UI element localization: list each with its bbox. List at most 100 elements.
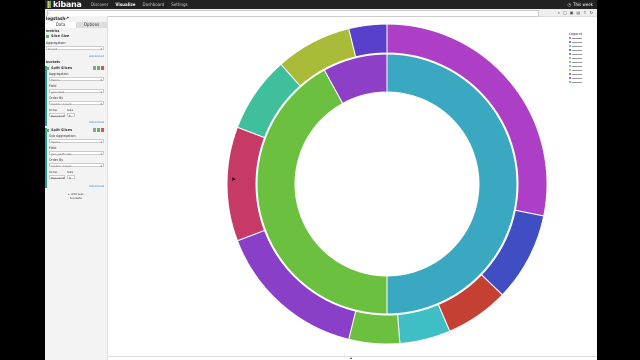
kibana-logo-text: kibana: [53, 0, 82, 9]
tab-options[interactable]: Options: [76, 22, 107, 28]
size-input-2[interactable]: 5: [67, 175, 75, 180]
refresh-icon[interactable]: ↻: [590, 10, 593, 15]
checkbox-icon: [46, 35, 49, 38]
kibana-logo[interactable]: kibana: [47, 0, 82, 9]
caret-up-icon[interactable]: ▴: [350, 355, 352, 360]
legend-label-bar: [572, 57, 582, 59]
legend-swatch: [569, 57, 571, 59]
search-icon[interactable]: ⌕: [558, 10, 560, 15]
legend-items: [569, 36, 591, 84]
toggle-icon[interactable]: [97, 66, 100, 70]
field-select[interactable]: geo.dest: [49, 89, 104, 94]
split-slices-row-2[interactable]: Split Slices: [46, 128, 104, 133]
legend-label-bar: [572, 65, 582, 67]
sub-aggregation-label: Sub Aggregation: [49, 134, 76, 138]
metrics-heading: metrics: [46, 29, 60, 33]
move-icon[interactable]: [93, 128, 96, 132]
order-label: Order: [49, 108, 58, 112]
legend-label-bar: [572, 61, 582, 63]
time-picker[interactable]: ◷ This week: [568, 0, 593, 9]
aggregation-label: Aggregation: [46, 41, 66, 45]
field-select-2[interactable]: geo_path.raw: [49, 151, 104, 156]
clock-icon: ◷: [567, 2, 572, 7]
legend-swatch: [569, 37, 571, 39]
field-label-2: Field: [49, 146, 57, 150]
advanced-toggle-1[interactable]: Advanced: [89, 54, 104, 58]
legend-swatch: [569, 81, 571, 83]
order-select[interactable]: Descendi: [49, 113, 65, 118]
legend-label-bar: [572, 41, 582, 43]
outer-ring-slice[interactable]: [348, 23, 388, 58]
mouse-cursor-icon: ➤: [231, 176, 237, 183]
legend-label-bar: [572, 53, 582, 55]
legend-swatch: [569, 53, 571, 55]
outer-ring-slice[interactable]: [348, 310, 401, 345]
new-icon[interactable]: ▢: [563, 10, 567, 15]
nav-settings[interactable]: Settings: [169, 0, 189, 9]
visualization-area: Legend ➤ ▴: [107, 16, 597, 360]
legend-swatch: [569, 73, 571, 75]
add-sub-buckets-label: Add sub-buckets: [70, 192, 85, 200]
save-icon[interactable]: ▣: [570, 10, 574, 15]
order-by-select-2[interactable]: metric: Count: [49, 163, 104, 168]
checkbox-icon: [46, 67, 49, 70]
legend-label-bar: [572, 45, 582, 47]
size-label-2: Size: [67, 170, 74, 174]
aggregation-select[interactable]: Count: [46, 46, 104, 51]
legend: Legend: [569, 32, 591, 84]
order-select-2[interactable]: Descendi: [49, 175, 65, 180]
legend-item[interactable]: [569, 80, 591, 84]
donut-chart: [226, 23, 548, 345]
slice-size-row[interactable]: Slice Size: [46, 34, 104, 39]
index-pattern-title: logstash-*: [46, 16, 69, 21]
toolbar-icons: ⌕ ▢ ▣ ▤ ⇪ ↻: [558, 9, 593, 16]
advanced-toggle-3[interactable]: Advanced: [89, 184, 104, 188]
legend-swatch: [569, 77, 571, 79]
bucket-accent-2: [45, 128, 47, 188]
remove-icon[interactable]: [101, 128, 104, 132]
order-by-select[interactable]: metric: Count: [49, 101, 104, 106]
legend-swatch: [569, 69, 571, 71]
split-slices-row-1[interactable]: Split Slices: [46, 66, 104, 71]
tab-data[interactable]: Data: [45, 22, 76, 28]
legend-label-bar: [572, 81, 582, 83]
sub-aggregation-select[interactable]: Terms: [49, 139, 104, 144]
legend-swatch: [569, 61, 571, 63]
size-label: Size: [67, 108, 74, 112]
advanced-toggle-2[interactable]: Advanced: [89, 120, 104, 124]
legend-label-bar: [572, 37, 582, 39]
size-input[interactable]: 5: [67, 113, 75, 118]
share-icon[interactable]: ⇪: [583, 10, 586, 15]
checkbox-icon: [46, 129, 49, 132]
kibana-app: kibana Discover Visualize Dashboard Sett…: [45, 0, 597, 360]
legend-label-bar: [572, 77, 582, 79]
split-slices-label-2: Split Slices: [51, 128, 73, 132]
aggregation-label-2: Aggregation: [49, 72, 69, 76]
legend-swatch: [569, 45, 571, 47]
bucket-controls-1: [93, 66, 104, 70]
add-sub-buckets-button[interactable]: + Add sub-buckets: [63, 192, 89, 202]
nav-visualize[interactable]: Visualize: [113, 0, 137, 9]
nav-discover[interactable]: Discover: [89, 0, 110, 9]
bucket-controls-2: [93, 128, 104, 132]
nav-dashboard[interactable]: Dashboard: [141, 0, 167, 9]
top-navbar: kibana Discover Visualize Dashboard Sett…: [45, 0, 597, 9]
order-label-2: Order: [49, 170, 58, 174]
bucket-accent-1: [45, 66, 47, 126]
buckets-heading: buckets: [46, 60, 61, 64]
legend-swatch: [569, 41, 571, 43]
time-range-label: This week: [573, 2, 593, 7]
aggregation-select-2[interactable]: Terms: [49, 77, 104, 82]
legend-swatch: [569, 65, 571, 67]
toggle-icon[interactable]: [97, 128, 100, 132]
viz-bottom-bar: ▴: [107, 355, 597, 360]
move-icon[interactable]: [93, 66, 96, 70]
open-icon[interactable]: ▤: [577, 10, 581, 15]
legend-label-bar: [572, 69, 582, 71]
main-nav: Discover Visualize Dashboard Settings: [89, 0, 190, 9]
editor-sidebar: logstash-* Data Options metrics Slice Si…: [45, 16, 108, 360]
split-slices-label: Split Slices: [51, 66, 73, 70]
legend-label-bar: [572, 49, 582, 51]
remove-icon[interactable]: [101, 66, 104, 70]
legend-swatch: [569, 49, 571, 51]
